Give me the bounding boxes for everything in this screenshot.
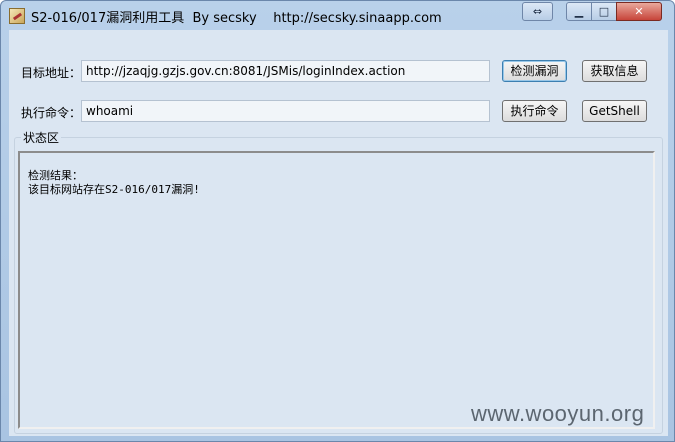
get-info-button[interactable]: 获取信息 — [582, 60, 647, 82]
window-title: S2-016/017漏洞利用工具 By secsky http://secsky… — [31, 11, 442, 26]
target-label: 目标地址： — [21, 66, 82, 80]
aero-snap-button[interactable]: ⇔ — [522, 2, 553, 21]
status-line-2: 该目标网站存在S2-016/017漏洞! — [28, 183, 200, 196]
close-button[interactable]: ✕ — [616, 2, 662, 21]
app-icon — [9, 8, 25, 24]
command-input[interactable]: whoami — [81, 100, 490, 122]
maximize-button[interactable]: □ — [591, 2, 617, 21]
getshell-button[interactable]: GetShell — [582, 100, 647, 122]
check-vuln-button[interactable]: 检测漏洞 — [502, 60, 567, 82]
exec-command-button[interactable]: 执行命令 — [502, 100, 567, 122]
title-bar[interactable]: S2-016/017漏洞利用工具 By secsky http://secsky… — [1, 1, 674, 29]
status-textarea[interactable]: 检测结果： 该目标网站存在S2-016/017漏洞! — [18, 151, 655, 429]
command-label: 执行命令： — [21, 106, 82, 120]
status-line-1: 检测结果： — [28, 169, 83, 182]
app-window: S2-016/017漏洞利用工具 By secsky http://secsky… — [0, 0, 675, 442]
watermark-text: www.wooyun.org — [471, 401, 645, 426]
status-group-label: 状态区 — [21, 129, 62, 146]
minimize-button[interactable]: ▁ — [566, 2, 592, 21]
target-url-input[interactable]: http://jzaqjg.gzjs.gov.cn:8081/JSMis/log… — [81, 60, 490, 82]
client-area: 目标地址： http://jzaqjg.gzjs.gov.cn:8081/JSM… — [9, 30, 668, 436]
